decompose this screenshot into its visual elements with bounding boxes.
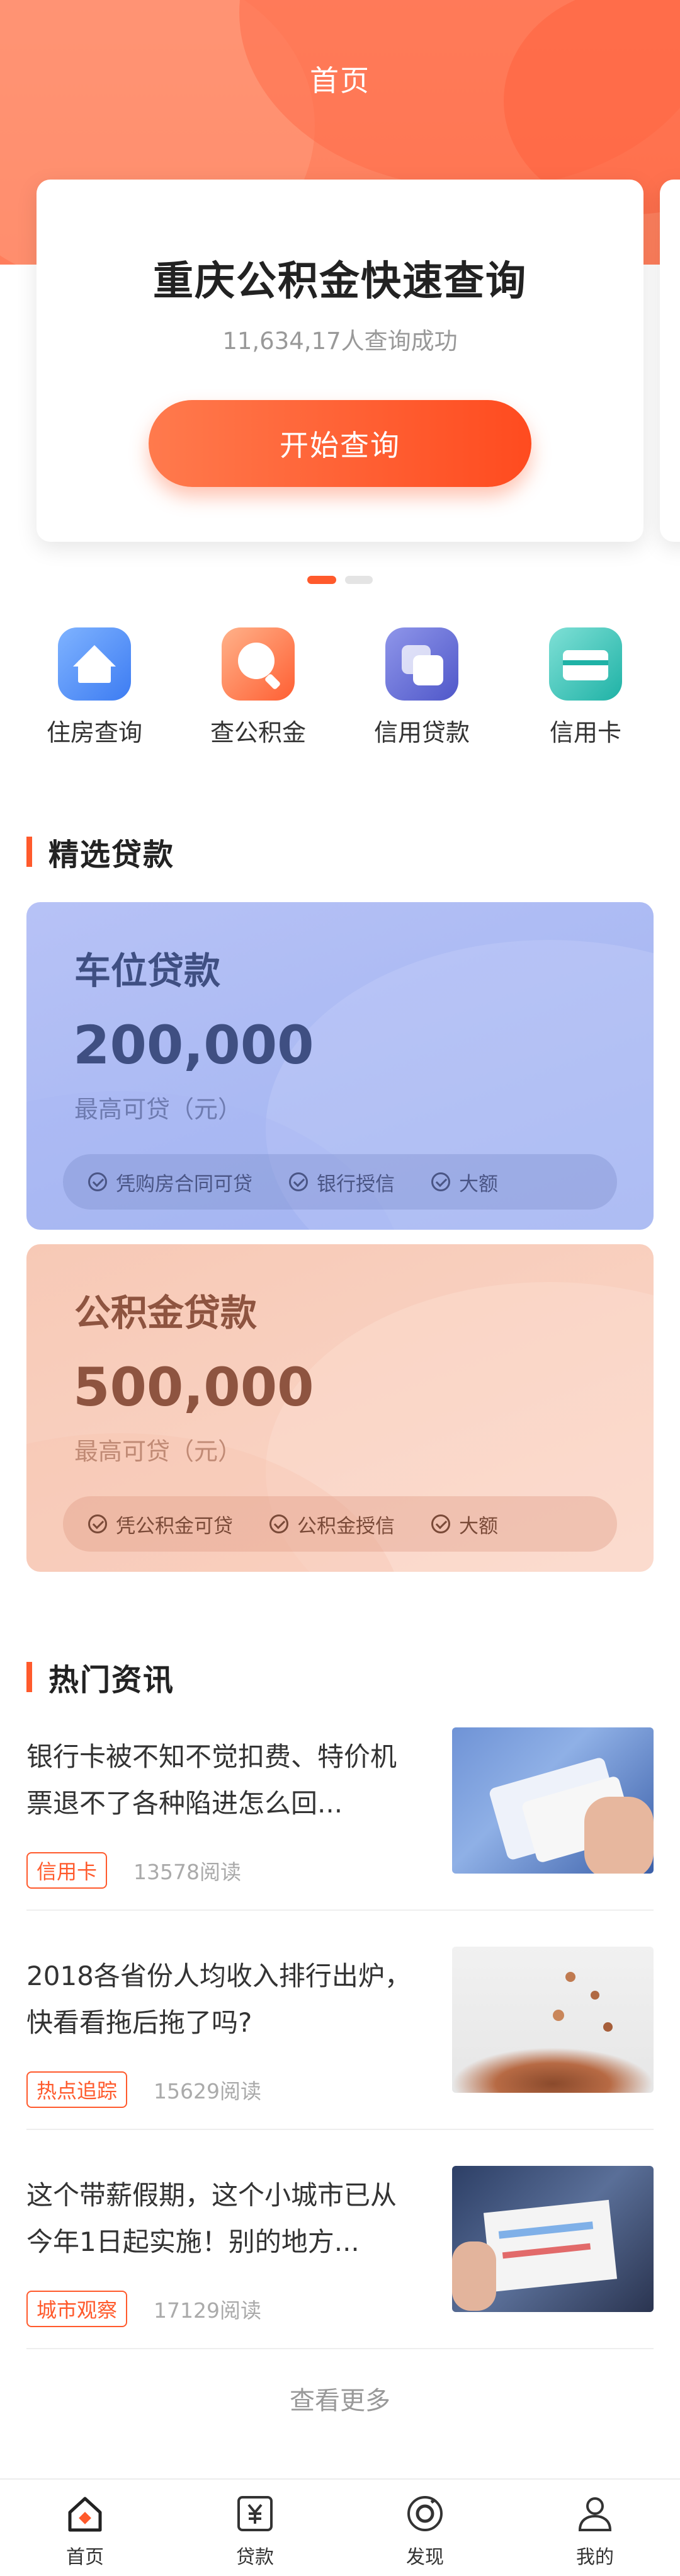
loan-tag: 凭公积金可贷 — [88, 1510, 233, 1538]
news-reads: 15629阅读 — [154, 2079, 261, 2104]
loan-tag: 凭购房合同可贷 — [88, 1168, 252, 1196]
news-item[interactable]: 银行卡被不知不觉扣费、特价机票退不了各种陷进怎么回... 信用卡 13578阅读 — [26, 1727, 654, 1944]
loan-name: 车位贷款 — [74, 949, 221, 992]
news-thumbnail-coins — [452, 1947, 654, 2093]
divider — [26, 1909, 654, 1911]
house-icon — [58, 627, 131, 701]
news-item[interactable]: 这个带薪假期，这个小城市已从今年1日起实施！别的地方... 城市观察 17129… — [26, 2166, 654, 2383]
loan-card-fund[interactable]: 公积金贷款 500,000 最高可贷（元） 凭公积金可贷 公积金授信 大额 — [26, 1244, 654, 1572]
query-title: 重庆公积金快速查询 — [153, 258, 527, 305]
quick-label: 信用贷款 — [373, 719, 470, 747]
quick-label: 查公积金 — [210, 719, 306, 747]
news-thumbnail-cards — [452, 1727, 654, 1874]
loan-tag: 公积金授信 — [269, 1510, 395, 1538]
news-title: 这个带薪假期，这个小城市已从今年1日起实施！别的地方... — [26, 2180, 397, 2257]
news-reads: 17129阅读 — [154, 2298, 261, 2323]
carousel-dot-active[interactable] — [307, 576, 336, 584]
tab-label: 贷款 — [236, 2546, 274, 2568]
check-icon — [88, 1514, 107, 1533]
news-tag: 城市观察 — [26, 2291, 128, 2327]
loan-desc: 最高可贷（元） — [74, 1096, 242, 1123]
loan-desc: 最高可贷（元） — [74, 1438, 242, 1465]
bottom-tab-bar: 首页 贷款 发现 我的 — [0, 2478, 680, 2576]
query-subtitle: 11,634,17人查询成功 — [222, 328, 458, 355]
next-card-peek[interactable] — [660, 180, 680, 542]
loans-section-header: 精选贷款 — [26, 833, 175, 873]
credit-card-icon — [549, 627, 622, 701]
check-icon — [431, 1172, 450, 1191]
overlap-squares-icon — [385, 627, 458, 701]
quick-entry-grid: 住房查询 查公积金 信用贷款 信用卡 — [0, 627, 680, 753]
quick-label: 住房查询 — [46, 719, 142, 747]
loan-tag: 银行授信 — [289, 1168, 395, 1196]
section-title: 精选贷款 — [48, 837, 175, 873]
news-title: 银行卡被不知不觉扣费、特价机票退不了各种陷进怎么回... — [26, 1741, 397, 1819]
loan-tags: 凭公积金可贷 公积金授信 大额 — [63, 1496, 617, 1552]
news-title: 2018各省份人均收入排行出炉，快看看拖后拖了吗? — [26, 1961, 411, 2038]
loan-amount: 500,000 — [73, 1356, 314, 1418]
check-icon — [269, 1514, 288, 1533]
news-item[interactable]: 2018各省份人均收入排行出炉，快看看拖后拖了吗? 热点追踪 15629阅读 — [26, 1947, 654, 2163]
magnifier-icon — [222, 627, 295, 701]
loan-tag: 大额 — [431, 1168, 498, 1196]
quick-label: 信用卡 — [549, 719, 621, 747]
divider — [26, 2348, 654, 2349]
quick-item-housing[interactable]: 住房查询 — [31, 627, 157, 748]
tab-discover[interactable]: 发现 — [340, 2480, 510, 2576]
news-reads: 13578阅读 — [133, 1860, 241, 1884]
quick-item-credit-card[interactable]: 信用卡 — [523, 627, 649, 748]
loan-amount: 200,000 — [73, 1014, 314, 1076]
carousel-dot[interactable] — [345, 576, 373, 584]
person-icon — [575, 2493, 615, 2534]
start-query-button[interactable]: 开始查询 — [149, 400, 531, 487]
check-icon — [289, 1172, 308, 1191]
tab-loan[interactable]: 贷款 — [170, 2480, 340, 2576]
check-icon — [431, 1514, 450, 1533]
news-tag: 信用卡 — [26, 1852, 108, 1889]
home-icon — [65, 2493, 105, 2534]
query-card: 重庆公积金快速查询 11,634,17人查询成功 开始查询 — [37, 180, 643, 542]
page-title: 首页 — [310, 64, 370, 98]
quick-item-credit-loan[interactable]: 信用贷款 — [359, 627, 485, 748]
tab-label: 发现 — [406, 2546, 444, 2568]
tab-label: 首页 — [66, 2546, 104, 2568]
quick-item-fund[interactable]: 查公积金 — [195, 627, 321, 748]
section-title: 热门资讯 — [48, 1663, 175, 1698]
news-section-header: 热门资讯 — [26, 1658, 175, 1698]
loan-tag: 大额 — [431, 1510, 498, 1538]
view-more-link[interactable]: 查看更多 — [0, 2380, 680, 2417]
tab-label: 我的 — [576, 2546, 614, 2568]
yuan-icon — [235, 2493, 275, 2534]
news-thumbnail-tickets — [452, 2166, 654, 2312]
compass-icon — [405, 2493, 445, 2534]
check-icon — [88, 1172, 107, 1191]
loan-tags: 凭购房合同可贷 银行授信 大额 — [63, 1154, 617, 1210]
tab-home[interactable]: 首页 — [0, 2480, 170, 2576]
carousel-indicator — [0, 576, 680, 585]
loan-card-parking[interactable]: 车位贷款 200,000 最高可贷（元） 凭购房合同可贷 银行授信 大额 — [26, 902, 654, 1230]
loan-name: 公积金贷款 — [74, 1291, 258, 1334]
divider — [26, 2129, 654, 2130]
tab-mine[interactable]: 我的 — [510, 2480, 680, 2576]
news-tag: 热点追踪 — [26, 2071, 128, 2108]
